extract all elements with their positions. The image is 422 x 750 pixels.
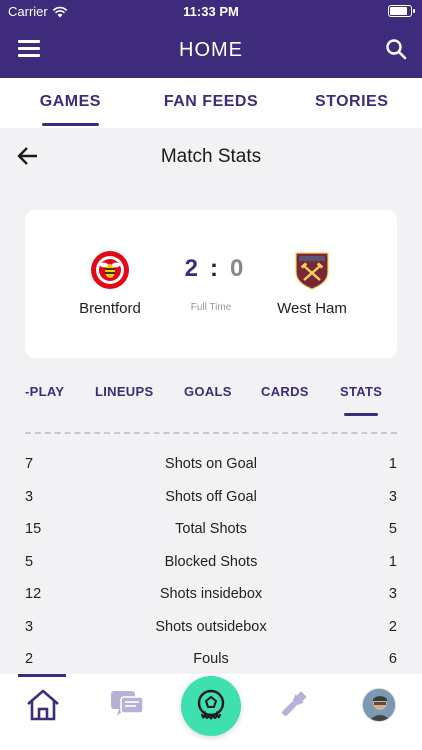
subtab-lineups[interactable]: LINEUPS — [95, 384, 153, 399]
top-tabs: GAMES FAN FEEDS STORIES — [0, 78, 422, 128]
stat-away-value: 5 — [388, 521, 397, 537]
tab-games[interactable]: GAMES — [0, 78, 141, 128]
stat-row: 12 Shots insidebox 3 — [25, 578, 397, 611]
ball-icon — [197, 689, 225, 720]
match-sub-tabs: -PLAY LINEUPS GOALS CARDS STATS — [0, 372, 422, 418]
score: 2:0 — [170, 255, 258, 283]
ball-fab-button[interactable] — [181, 676, 241, 736]
subtab-goals[interactable]: GOALS — [184, 384, 232, 399]
bottom-nav — [0, 674, 422, 750]
tab-stories[interactable]: STORIES — [281, 78, 422, 128]
subtab-stats[interactable]: STATS — [340, 384, 382, 416]
page-title: Match Stats — [160, 146, 262, 167]
stat-label: Blocked Shots — [164, 553, 258, 570]
stat-label: Shots outsidebox — [155, 618, 267, 635]
battery-icon — [388, 5, 415, 17]
stat-away-value: 6 — [388, 651, 397, 667]
stat-row: 3 Shots outsidebox 2 — [25, 611, 397, 644]
chat-icon[interactable] — [109, 688, 145, 722]
page-header: Match Stats — [0, 128, 422, 184]
stats-list: 7 Shots on Goal 1 3 Shots off Goal 3 15 … — [25, 448, 397, 676]
home-team: Brentford — [55, 250, 165, 317]
match-status: Full Time — [190, 302, 232, 313]
away-team-name: West Ham — [277, 300, 347, 317]
stat-label: Shots insidebox — [159, 586, 263, 602]
stat-label: Shots on Goal — [165, 456, 257, 472]
brentford-crest-icon — [91, 251, 129, 289]
flashlight-icon[interactable] — [276, 686, 312, 722]
stat-row: 3 Shots off Goal 3 — [25, 481, 397, 514]
score-separator: : — [210, 255, 218, 282]
app-title: HOME — [179, 39, 243, 61]
stat-row: 5 Blocked Shots 1 — [25, 546, 397, 579]
stat-label: Total Shots — [175, 521, 247, 537]
away-score: 0 — [230, 255, 244, 282]
stat-row: 2 Fouls 6 — [25, 643, 397, 676]
subtab-cards[interactable]: CARDS — [261, 384, 309, 399]
stat-away-value: 1 — [388, 553, 397, 570]
divider — [25, 432, 397, 434]
user-avatar-icon — [363, 689, 395, 721]
active-indicator — [18, 674, 66, 677]
home-score: 2 — [184, 255, 198, 282]
stat-away-value: 3 — [388, 488, 397, 505]
away-team: West Ham — [257, 250, 367, 317]
app-bar: HOME — [0, 22, 422, 78]
search-icon[interactable] — [384, 37, 408, 61]
status-time: 11:33 PM — [183, 4, 239, 19]
stat-row: 7 Shots on Goal 1 — [25, 448, 397, 481]
status-bar: Carrier 11:33 PM — [0, 0, 422, 22]
stat-label: Fouls — [193, 651, 229, 667]
home-team-name: Brentford — [79, 300, 141, 317]
score-card: Brentford 2:0 Full Time West Ham — [25, 210, 397, 358]
tab-fan-feeds[interactable]: FAN FEEDS — [141, 78, 282, 128]
stat-away-value: 3 — [388, 586, 397, 602]
west-ham-crest-icon — [295, 252, 329, 290]
stat-label: Shots off Goal — [165, 488, 257, 505]
home-icon[interactable] — [25, 688, 61, 722]
subtab-play[interactable]: -PLAY — [25, 384, 64, 399]
stat-away-value: 2 — [388, 618, 397, 635]
stat-away-value: 1 — [388, 456, 397, 472]
stat-row: 15 Total Shots 5 — [25, 513, 397, 546]
avatar[interactable] — [362, 688, 396, 722]
